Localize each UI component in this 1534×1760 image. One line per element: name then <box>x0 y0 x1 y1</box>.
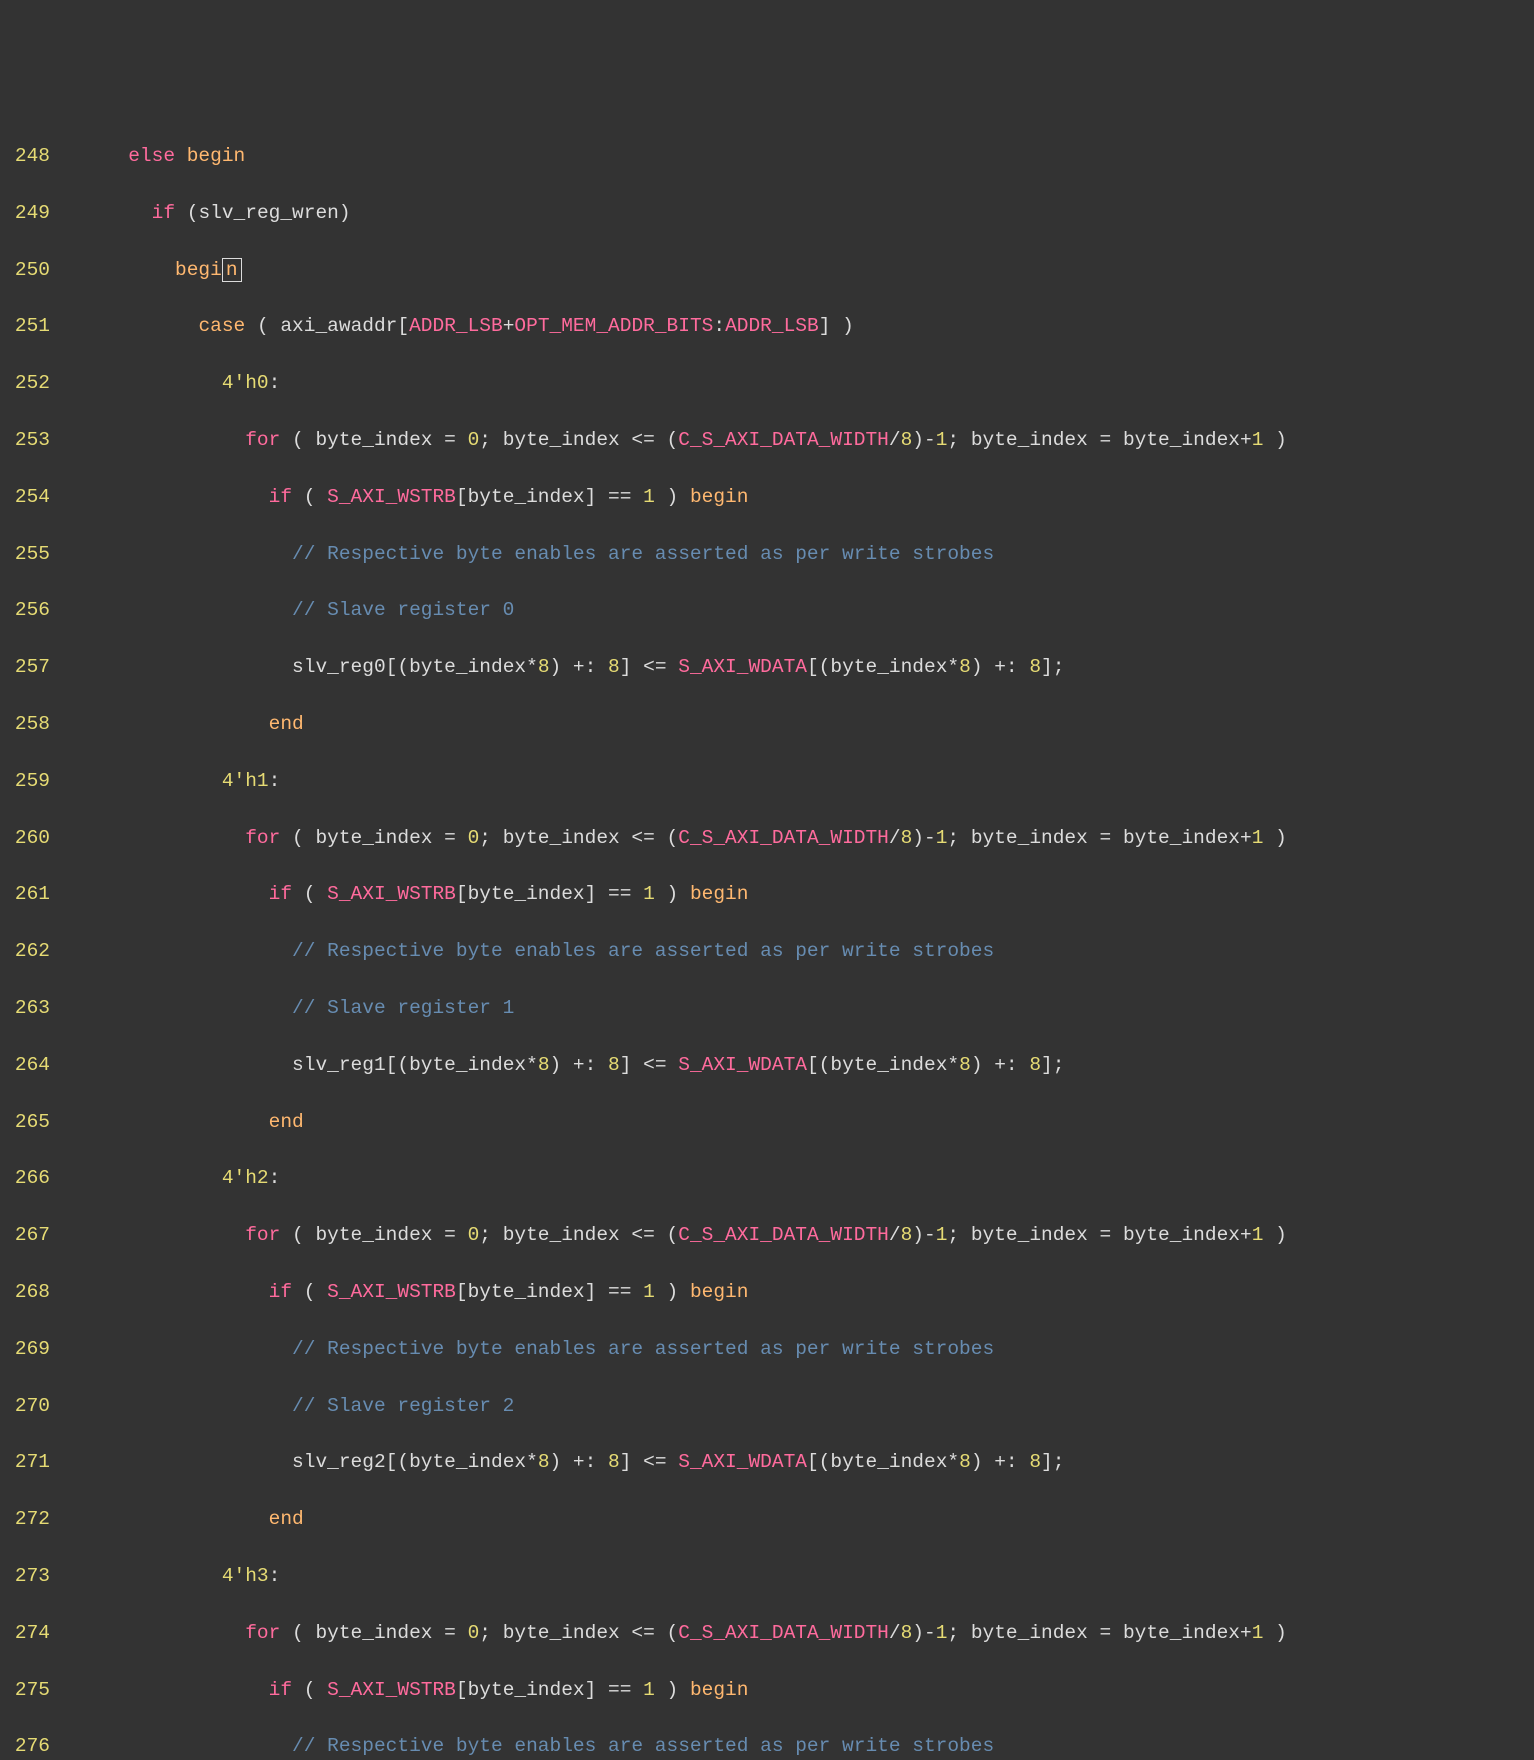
keyword-for: for <box>245 827 280 849</box>
code-line[interactable]: for ( byte_index = 0; byte_index <= (C_S… <box>58 426 1534 454</box>
line-number: 262 <box>0 937 50 965</box>
comment: // Respective byte enables are asserted … <box>292 1338 994 1360</box>
code-line[interactable]: else begin <box>58 142 1534 170</box>
keyword-begin: begin <box>187 145 246 167</box>
case-label: 4'h0 <box>222 372 269 394</box>
case-label: 4'h1 <box>222 770 269 792</box>
code-line[interactable]: end <box>58 1505 1534 1533</box>
line-number: 264 <box>0 1051 50 1079</box>
code-line[interactable]: for ( byte_index = 0; byte_index <= (C_S… <box>58 1221 1534 1249</box>
keyword-if: if <box>152 202 175 224</box>
code-line[interactable]: if ( S_AXI_WSTRB[byte_index] == 1 ) begi… <box>58 880 1534 908</box>
keyword-for: for <box>245 429 280 451</box>
line-number: 257 <box>0 653 50 681</box>
keyword-begin: begin <box>690 486 749 508</box>
code-line[interactable]: for ( byte_index = 0; byte_index <= (C_S… <box>58 1619 1534 1647</box>
line-number-gutter: 248 249 250 251 252 253 254 255 256 257 … <box>0 114 58 1760</box>
comment: // Respective byte enables are asserted … <box>292 940 994 962</box>
line-number: 250 <box>0 256 50 284</box>
keyword-end: end <box>269 1111 304 1133</box>
keyword-case: case <box>198 315 245 337</box>
constant: ADDR_LSB <box>725 315 819 337</box>
code-line[interactable]: slv_reg1[(byte_index*8) +: 8] <= S_AXI_W… <box>58 1051 1534 1079</box>
line-number: 265 <box>0 1108 50 1136</box>
code-line[interactable]: case ( axi_awaddr[ADDR_LSB+OPT_MEM_ADDR_… <box>58 312 1534 340</box>
keyword-end: end <box>269 713 304 735</box>
keyword-for: for <box>245 1224 280 1246</box>
line-number: 275 <box>0 1676 50 1704</box>
line-number: 251 <box>0 312 50 340</box>
keyword-begin: begin <box>690 883 749 905</box>
keyword-end: end <box>269 1508 304 1530</box>
keyword-if: if <box>269 1281 292 1303</box>
constant: OPT_MEM_ADDR_BITS <box>514 315 713 337</box>
code-line[interactable]: if (slv_reg_wren) <box>58 199 1534 227</box>
code-line[interactable]: slv_reg2[(byte_index*8) +: 8] <= S_AXI_W… <box>58 1448 1534 1476</box>
line-number: 274 <box>0 1619 50 1647</box>
line-number: 256 <box>0 596 50 624</box>
code-line[interactable]: // Respective byte enables are asserted … <box>58 1732 1534 1760</box>
text-cursor: n <box>222 258 242 282</box>
line-number: 266 <box>0 1164 50 1192</box>
line-number: 261 <box>0 880 50 908</box>
line-number: 255 <box>0 540 50 568</box>
line-number: 260 <box>0 824 50 852</box>
line-number: 254 <box>0 483 50 511</box>
code-line[interactable]: for ( byte_index = 0; byte_index <= (C_S… <box>58 824 1534 852</box>
identifier: axi_awaddr <box>280 315 397 337</box>
comment: // Slave register 1 <box>292 997 514 1019</box>
code-editor[interactable]: 248 249 250 251 252 253 254 255 256 257 … <box>0 114 1534 1760</box>
code-line[interactable]: // Slave register 0 <box>58 596 1534 624</box>
code-line[interactable]: // Respective byte enables are asserted … <box>58 937 1534 965</box>
line-number: 259 <box>0 767 50 795</box>
keyword-begin: begi <box>175 259 222 281</box>
line-number: 271 <box>0 1448 50 1476</box>
line-number: 272 <box>0 1505 50 1533</box>
comment: // Slave register 0 <box>292 599 514 621</box>
code-line[interactable]: 4'h3: <box>58 1562 1534 1590</box>
code-line[interactable]: 4'h2: <box>58 1164 1534 1192</box>
line-number: 267 <box>0 1221 50 1249</box>
code-line[interactable]: // Slave register 1 <box>58 994 1534 1022</box>
identifier: slv_reg_wren <box>198 202 338 224</box>
code-line[interactable]: // Respective byte enables are asserted … <box>58 540 1534 568</box>
comment: // Respective byte enables are asserted … <box>292 543 994 565</box>
comment: // Slave register 2 <box>292 1395 514 1417</box>
keyword-begin: begin <box>690 1281 749 1303</box>
constant: ADDR_LSB <box>409 315 503 337</box>
line-number: 248 <box>0 142 50 170</box>
code-line[interactable]: end <box>58 710 1534 738</box>
keyword-if: if <box>269 486 292 508</box>
code-line[interactable]: if ( S_AXI_WSTRB[byte_index] == 1 ) begi… <box>58 1676 1534 1704</box>
comment: // Respective byte enables are asserted … <box>292 1735 994 1757</box>
case-label: 4'h2 <box>222 1167 269 1189</box>
case-label: 4'h3 <box>222 1565 269 1587</box>
line-number: 269 <box>0 1335 50 1363</box>
keyword-for: for <box>245 1622 280 1644</box>
code-line[interactable]: if ( S_AXI_WSTRB[byte_index] == 1 ) begi… <box>58 1278 1534 1306</box>
code-line[interactable]: slv_reg0[(byte_index*8) +: 8] <= S_AXI_W… <box>58 653 1534 681</box>
code-line[interactable]: 4'h0: <box>58 369 1534 397</box>
line-number: 273 <box>0 1562 50 1590</box>
keyword-begin: begin <box>690 1679 749 1701</box>
line-number: 249 <box>0 199 50 227</box>
code-line[interactable]: begin <box>58 256 1534 284</box>
code-area[interactable]: else begin if (slv_reg_wren) begin case … <box>58 114 1534 1760</box>
keyword-if: if <box>269 883 292 905</box>
code-line[interactable]: 4'h1: <box>58 767 1534 795</box>
code-line[interactable]: // Slave register 2 <box>58 1392 1534 1420</box>
line-number: 268 <box>0 1278 50 1306</box>
code-line[interactable]: end <box>58 1108 1534 1136</box>
line-number: 252 <box>0 369 50 397</box>
line-number: 253 <box>0 426 50 454</box>
code-line[interactable]: if ( S_AXI_WSTRB[byte_index] == 1 ) begi… <box>58 483 1534 511</box>
line-number: 258 <box>0 710 50 738</box>
line-number: 263 <box>0 994 50 1022</box>
keyword-else: else <box>128 145 175 167</box>
line-number: 276 <box>0 1732 50 1760</box>
keyword-if: if <box>269 1679 292 1701</box>
code-line[interactable]: // Respective byte enables are asserted … <box>58 1335 1534 1363</box>
line-number: 270 <box>0 1392 50 1420</box>
